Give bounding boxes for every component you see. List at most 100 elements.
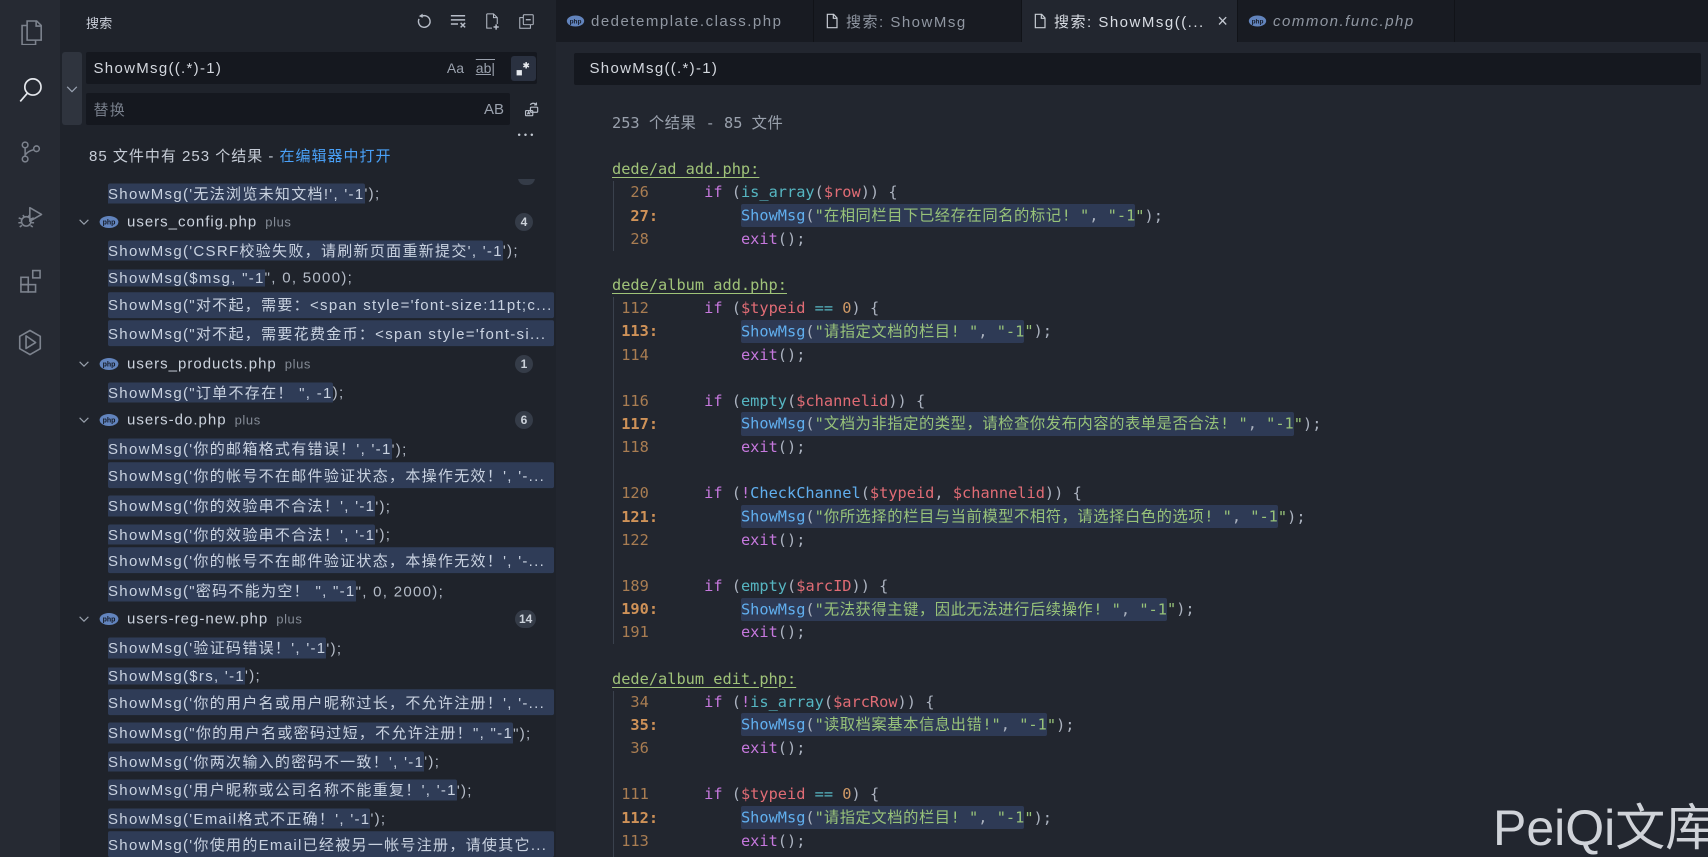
match-highlight: ShowMsg("你所选择的栏目与当前模型不相符，请选择白色的选项! ", "-… bbox=[741, 505, 1278, 528]
refresh-button[interactable] bbox=[414, 11, 434, 31]
match-line: ShowMsg('验证码错误！', '-1'); bbox=[108, 637, 342, 658]
svg-text:php: php bbox=[103, 361, 116, 368]
search-icon bbox=[16, 74, 45, 106]
tree-file-row[interactable]: phpusers_products.phpplus1 bbox=[60, 349, 556, 377]
file-path-link[interactable]: dede/album_edit.php: bbox=[612, 668, 796, 691]
match-line: ShowMsg('你的效验串不合法！', '-1'); bbox=[108, 495, 391, 516]
match-rest: '); bbox=[370, 810, 386, 827]
indent-guide bbox=[613, 297, 614, 644]
regex-icon[interactable] bbox=[511, 56, 536, 81]
match-count-badge: 1 bbox=[515, 355, 533, 373]
toggle-replace-button[interactable] bbox=[62, 52, 82, 125]
tree-match-row[interactable]: ShowMsg('你两次输入的密码不一致！', '-1'); bbox=[60, 747, 556, 775]
clear-search-results-button[interactable] bbox=[448, 11, 468, 31]
match-case-icon[interactable]: Aa bbox=[447, 60, 464, 76]
tree-match-row[interactable]: ShowMsg('你使用的Email已经被另一帐号注册，请使其它... bbox=[60, 832, 556, 857]
code-line: 26 if (is_array($row)) { bbox=[612, 181, 898, 204]
tab-4[interactable]: phpcommon.func.php bbox=[1238, 0, 1455, 42]
match-text: ShowMsg($msg, "-1 bbox=[108, 270, 265, 287]
search-editor-query-box[interactable]: ShowMsg((.*)-1) bbox=[574, 53, 1701, 85]
file-name: users-do.phpplus bbox=[127, 412, 261, 429]
php-file-icon: php bbox=[1248, 15, 1267, 27]
open-in-editor-link[interactable]: 在编辑器中打开 bbox=[280, 148, 392, 165]
preserve-case-icon[interactable]: AB bbox=[484, 101, 504, 118]
close-icon[interactable]: × bbox=[1213, 11, 1233, 31]
activity-item-search[interactable] bbox=[0, 60, 60, 120]
match-highlight: ShowMsg("请指定文档的栏目! ", "-1 bbox=[741, 806, 1024, 829]
tree-match-row[interactable]: ShowMsg($msg, "-1", 0, 5000); bbox=[60, 264, 556, 292]
match-count-badge: 14 bbox=[515, 610, 536, 628]
match-text: ShowMsg('你的帐号不在邮件验证状态，本操作无效！', '-... bbox=[108, 547, 554, 573]
whole-word-icon[interactable]: ab| bbox=[476, 60, 495, 76]
activity-item-source-control[interactable] bbox=[0, 122, 60, 182]
search-results-tree: ShowMsg('无法浏览未知文档!', '-1');phpusers_conf… bbox=[60, 179, 556, 857]
chevron-down-icon[interactable] bbox=[76, 356, 92, 372]
match-highlight: ShowMsg("无法获得主键，因此无法进行后续操作! ", "-1 bbox=[741, 598, 1167, 621]
tree-match-row[interactable]: ShowMsg('你的邮箱格式有错误！', '-1'); bbox=[60, 435, 556, 463]
code-line: 116 if (empty($channelid)) { bbox=[612, 390, 925, 413]
tree-file-row[interactable]: phpusers-do.phpplus6 bbox=[60, 406, 556, 434]
tree-match-row[interactable]: ShowMsg("你的用户名或密码过短，不允许注册！", "-1"); bbox=[60, 719, 556, 747]
search-editor-content[interactable]: 253 个结果 - 85 文件dede/ad_add.php: 26 if (i… bbox=[556, 85, 1708, 857]
chevron-down-icon[interactable] bbox=[76, 412, 92, 428]
open-new-search-editor-button[interactable] bbox=[482, 11, 502, 31]
chevron-down-icon[interactable] bbox=[76, 214, 92, 230]
search-input[interactable]: ShowMsg((.*)-1) Aa ab| bbox=[86, 52, 538, 84]
activity-item-explorer[interactable] bbox=[0, 0, 60, 60]
match-line: ShowMsg($rs, '-1'); bbox=[108, 667, 261, 684]
extensions-icon bbox=[17, 265, 44, 293]
tree-match-row[interactable]: ShowMsg('你的效验串不合法！', '-1'); bbox=[60, 491, 556, 519]
match-text: ShowMsg("订单不存在！ ", -1 bbox=[108, 382, 333, 402]
tree-match-row[interactable]: ShowMsg("密码不能为空！ ", "-1", 0, 2000); bbox=[60, 577, 556, 605]
tree-match-row[interactable]: ShowMsg('CSRF校验失败，请刷新页面重新提交', '-1'); bbox=[60, 236, 556, 264]
tab-3[interactable]: 搜索: ShowMsg((...× bbox=[1022, 0, 1238, 42]
activity-item-run-and-debug[interactable] bbox=[0, 186, 60, 246]
replace-input[interactable]: 替换 AB bbox=[86, 93, 511, 125]
match-text: ShowMsg("对不起，需要：<span style='font-size:1… bbox=[108, 292, 554, 318]
tree-match-row[interactable]: ShowMsg('你的用户名或用户昵称过长，不允许注册！', '-... bbox=[60, 690, 556, 718]
vscode-window: { "colors": { "activity_bar_bg": "#262a3… bbox=[0, 0, 1708, 857]
file-folder: plus bbox=[235, 413, 261, 428]
more-actions-button[interactable]: ⋯ bbox=[512, 124, 540, 144]
code-line: 117: ShowMsg("文档为非指定的类型，请检查你发布内容的表单是否合法!… bbox=[612, 413, 1321, 436]
code-line: 118 exit(); bbox=[612, 436, 805, 459]
tree-match-row[interactable]: ShowMsg("订单不存在！ ", -1); bbox=[60, 378, 556, 406]
match-rest: '); bbox=[424, 754, 440, 771]
tree-match-row[interactable]: ShowMsg('用户昵称或公司名称不能重复！', '-1'); bbox=[60, 775, 556, 803]
tree-match-row[interactable]: ShowMsg('你的效验串不合法！', '-1'); bbox=[60, 520, 556, 548]
tree-match-row[interactable]: ShowMsg('你的帐号不在邮件验证状态，本操作无效！', '-... bbox=[60, 463, 556, 491]
tree-match-row[interactable]: ShowMsg('Email格式不正确！', '-1'); bbox=[60, 804, 556, 832]
activity-item-custom-cube[interactable] bbox=[0, 311, 60, 371]
tree-match-row[interactable]: ShowMsg('无法浏览未知文档!', '-1'); bbox=[60, 179, 556, 207]
code-line: 28 exit(); bbox=[612, 228, 805, 251]
match-text: ShowMsg("你的用户名或密码过短，不允许注册！", "-1 bbox=[108, 723, 513, 743]
match-text: ShowMsg($rs, '-1 bbox=[108, 667, 245, 684]
run-and-debug-icon bbox=[17, 202, 44, 230]
match-line: ShowMsg($msg, "-1", 0, 5000); bbox=[108, 270, 353, 287]
tree-file-row[interactable]: phpusers-reg-new.phpplus14 bbox=[60, 605, 556, 633]
code-line: 112 if ($typeid == 0) { bbox=[612, 297, 879, 320]
collapse-all-button[interactable] bbox=[516, 11, 536, 31]
tree-match-row[interactable]: ShowMsg($rs, '-1'); bbox=[60, 662, 556, 690]
code-line: 35: ShowMsg("读取档案基本信息出错!", "-1"); bbox=[612, 714, 1074, 737]
activity-item-extensions[interactable] bbox=[0, 249, 60, 309]
tab-1[interactable]: phpdedetemplate.class.php bbox=[556, 0, 814, 42]
tab-2[interactable]: 搜索: ShowMsg bbox=[814, 0, 1022, 42]
tab-label: dedetemplate.class.php bbox=[591, 13, 782, 30]
tree-match-row[interactable]: ShowMsg('验证码错误！', '-1'); bbox=[60, 633, 556, 661]
file-path-link[interactable]: dede/album_add.php: bbox=[612, 274, 787, 297]
tab-bar: phpdedetemplate.class.php搜索: ShowMsg搜索: … bbox=[556, 0, 1708, 42]
file-folder: plus bbox=[265, 214, 291, 229]
file-path-link[interactable]: dede/ad_add.php: bbox=[612, 158, 759, 181]
match-rest: ", 0, 2000); bbox=[356, 583, 444, 600]
tree-file-row[interactable]: phpusers_config.phpplus4 bbox=[60, 207, 556, 235]
match-text: ShowMsg('你的效验串不合法！', '-1 bbox=[108, 524, 375, 544]
tree-match-row[interactable]: ShowMsg("对不起，需要花费金币：<span style='font-si… bbox=[60, 321, 556, 349]
tree-match-row[interactable]: ShowMsg('你的帐号不在邮件验证状态，本操作无效！', '-... bbox=[60, 548, 556, 576]
match-text: ShowMsg('CSRF校验失败，请刷新页面重新提交', '-1 bbox=[108, 240, 503, 260]
match-text: ShowMsg("对不起，需要花费金币：<span style='font-si… bbox=[108, 320, 554, 346]
code-line: 27: ShowMsg("在相同栏目下已经存在同名的标记! ", "-1"); bbox=[612, 205, 1163, 228]
chevron-down-icon[interactable] bbox=[76, 611, 92, 627]
tree-match-row[interactable]: ShowMsg("对不起，需要：<span style='font-size:1… bbox=[60, 293, 556, 321]
match-rest: '); bbox=[503, 242, 519, 259]
